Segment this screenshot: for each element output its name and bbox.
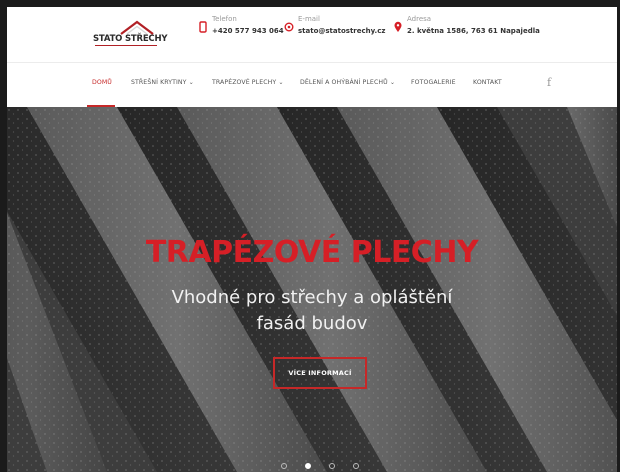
roof-logo-icon bbox=[120, 20, 154, 35]
contact-address-label: Adresa bbox=[407, 15, 432, 23]
nav-item-kontakt[interactable]: KONTAKT bbox=[473, 79, 502, 86]
chevron-down-icon: ⌄ bbox=[278, 79, 284, 86]
phone-icon bbox=[199, 21, 207, 33]
contact-address-value: 2. května 1586, 763 61 Napajedla bbox=[407, 27, 540, 35]
nav-item-label: STŘEŠNÍ KRYTINY bbox=[131, 79, 187, 86]
top-header: STATO STŘECHY Telefon +420 577 943 064 E… bbox=[7, 7, 617, 62]
chevron-down-icon: ⌄ bbox=[389, 79, 396, 86]
nav-item-trapezove-plechy[interactable]: TRAPÉZOVÉ PLECHY ⌄ bbox=[212, 79, 284, 86]
nav-item-label: TRAPÉZOVÉ PLECHY bbox=[212, 79, 277, 86]
slider-dots bbox=[281, 463, 361, 472]
logo[interactable]: STATO STŘECHY bbox=[93, 19, 168, 51]
brand-name: STATO STŘECHY bbox=[93, 34, 168, 44]
contact-phone-value[interactable]: +420 577 943 064 bbox=[212, 27, 284, 35]
nav-item-deleni-ohybani[interactable]: DĚLENÍ A OHÝBÁNÍ PLECHŮ ⌄ bbox=[300, 79, 395, 86]
location-pin-icon bbox=[394, 21, 402, 32]
chevron-down-icon: ⌄ bbox=[188, 79, 194, 86]
slider-dot-active[interactable] bbox=[305, 463, 311, 469]
hero-subtitle-line1: Vhodné pro střechy a opláštění bbox=[171, 287, 453, 308]
nav-item-fotogalerie[interactable]: FOTOGALERIE bbox=[411, 79, 456, 86]
hero-subtitle-line2: fasád budov bbox=[256, 313, 368, 334]
contact-email-label: E-mail bbox=[298, 15, 320, 23]
contact-phone-label: Telefon bbox=[212, 15, 237, 23]
slider-dot[interactable] bbox=[329, 463, 335, 469]
nav-item-domu[interactable]: DOMŮ bbox=[92, 79, 112, 86]
slider-dot[interactable] bbox=[353, 463, 359, 469]
nav-item-label: DĚLENÍ A OHÝBÁNÍ PLECHŮ bbox=[300, 79, 388, 86]
nav-item-stresni-krytiny[interactable]: STŘEŠNÍ KRYTINY ⌄ bbox=[131, 79, 194, 86]
page: STATO STŘECHY Telefon +420 577 943 064 E… bbox=[7, 7, 617, 472]
slider-dot[interactable] bbox=[281, 463, 287, 469]
brand-underline bbox=[95, 45, 157, 46]
main-nav: DOMŮ STŘEŠNÍ KRYTINY ⌄ TRAPÉZOVÉ PLECHY … bbox=[7, 63, 617, 107]
more-info-button[interactable]: VÍCE INFORMACÍ bbox=[273, 357, 367, 389]
facebook-icon[interactable]: f bbox=[547, 76, 551, 89]
hero-slider: TRAPÉZOVÉ PLECHY Vhodné pro střechy a op… bbox=[7, 107, 617, 472]
contact-email-value[interactable]: stato@statostrechy.cz bbox=[298, 27, 385, 35]
hero-title: TRAPÉZOVÉ PLECHY bbox=[145, 235, 479, 270]
email-icon bbox=[284, 22, 294, 32]
